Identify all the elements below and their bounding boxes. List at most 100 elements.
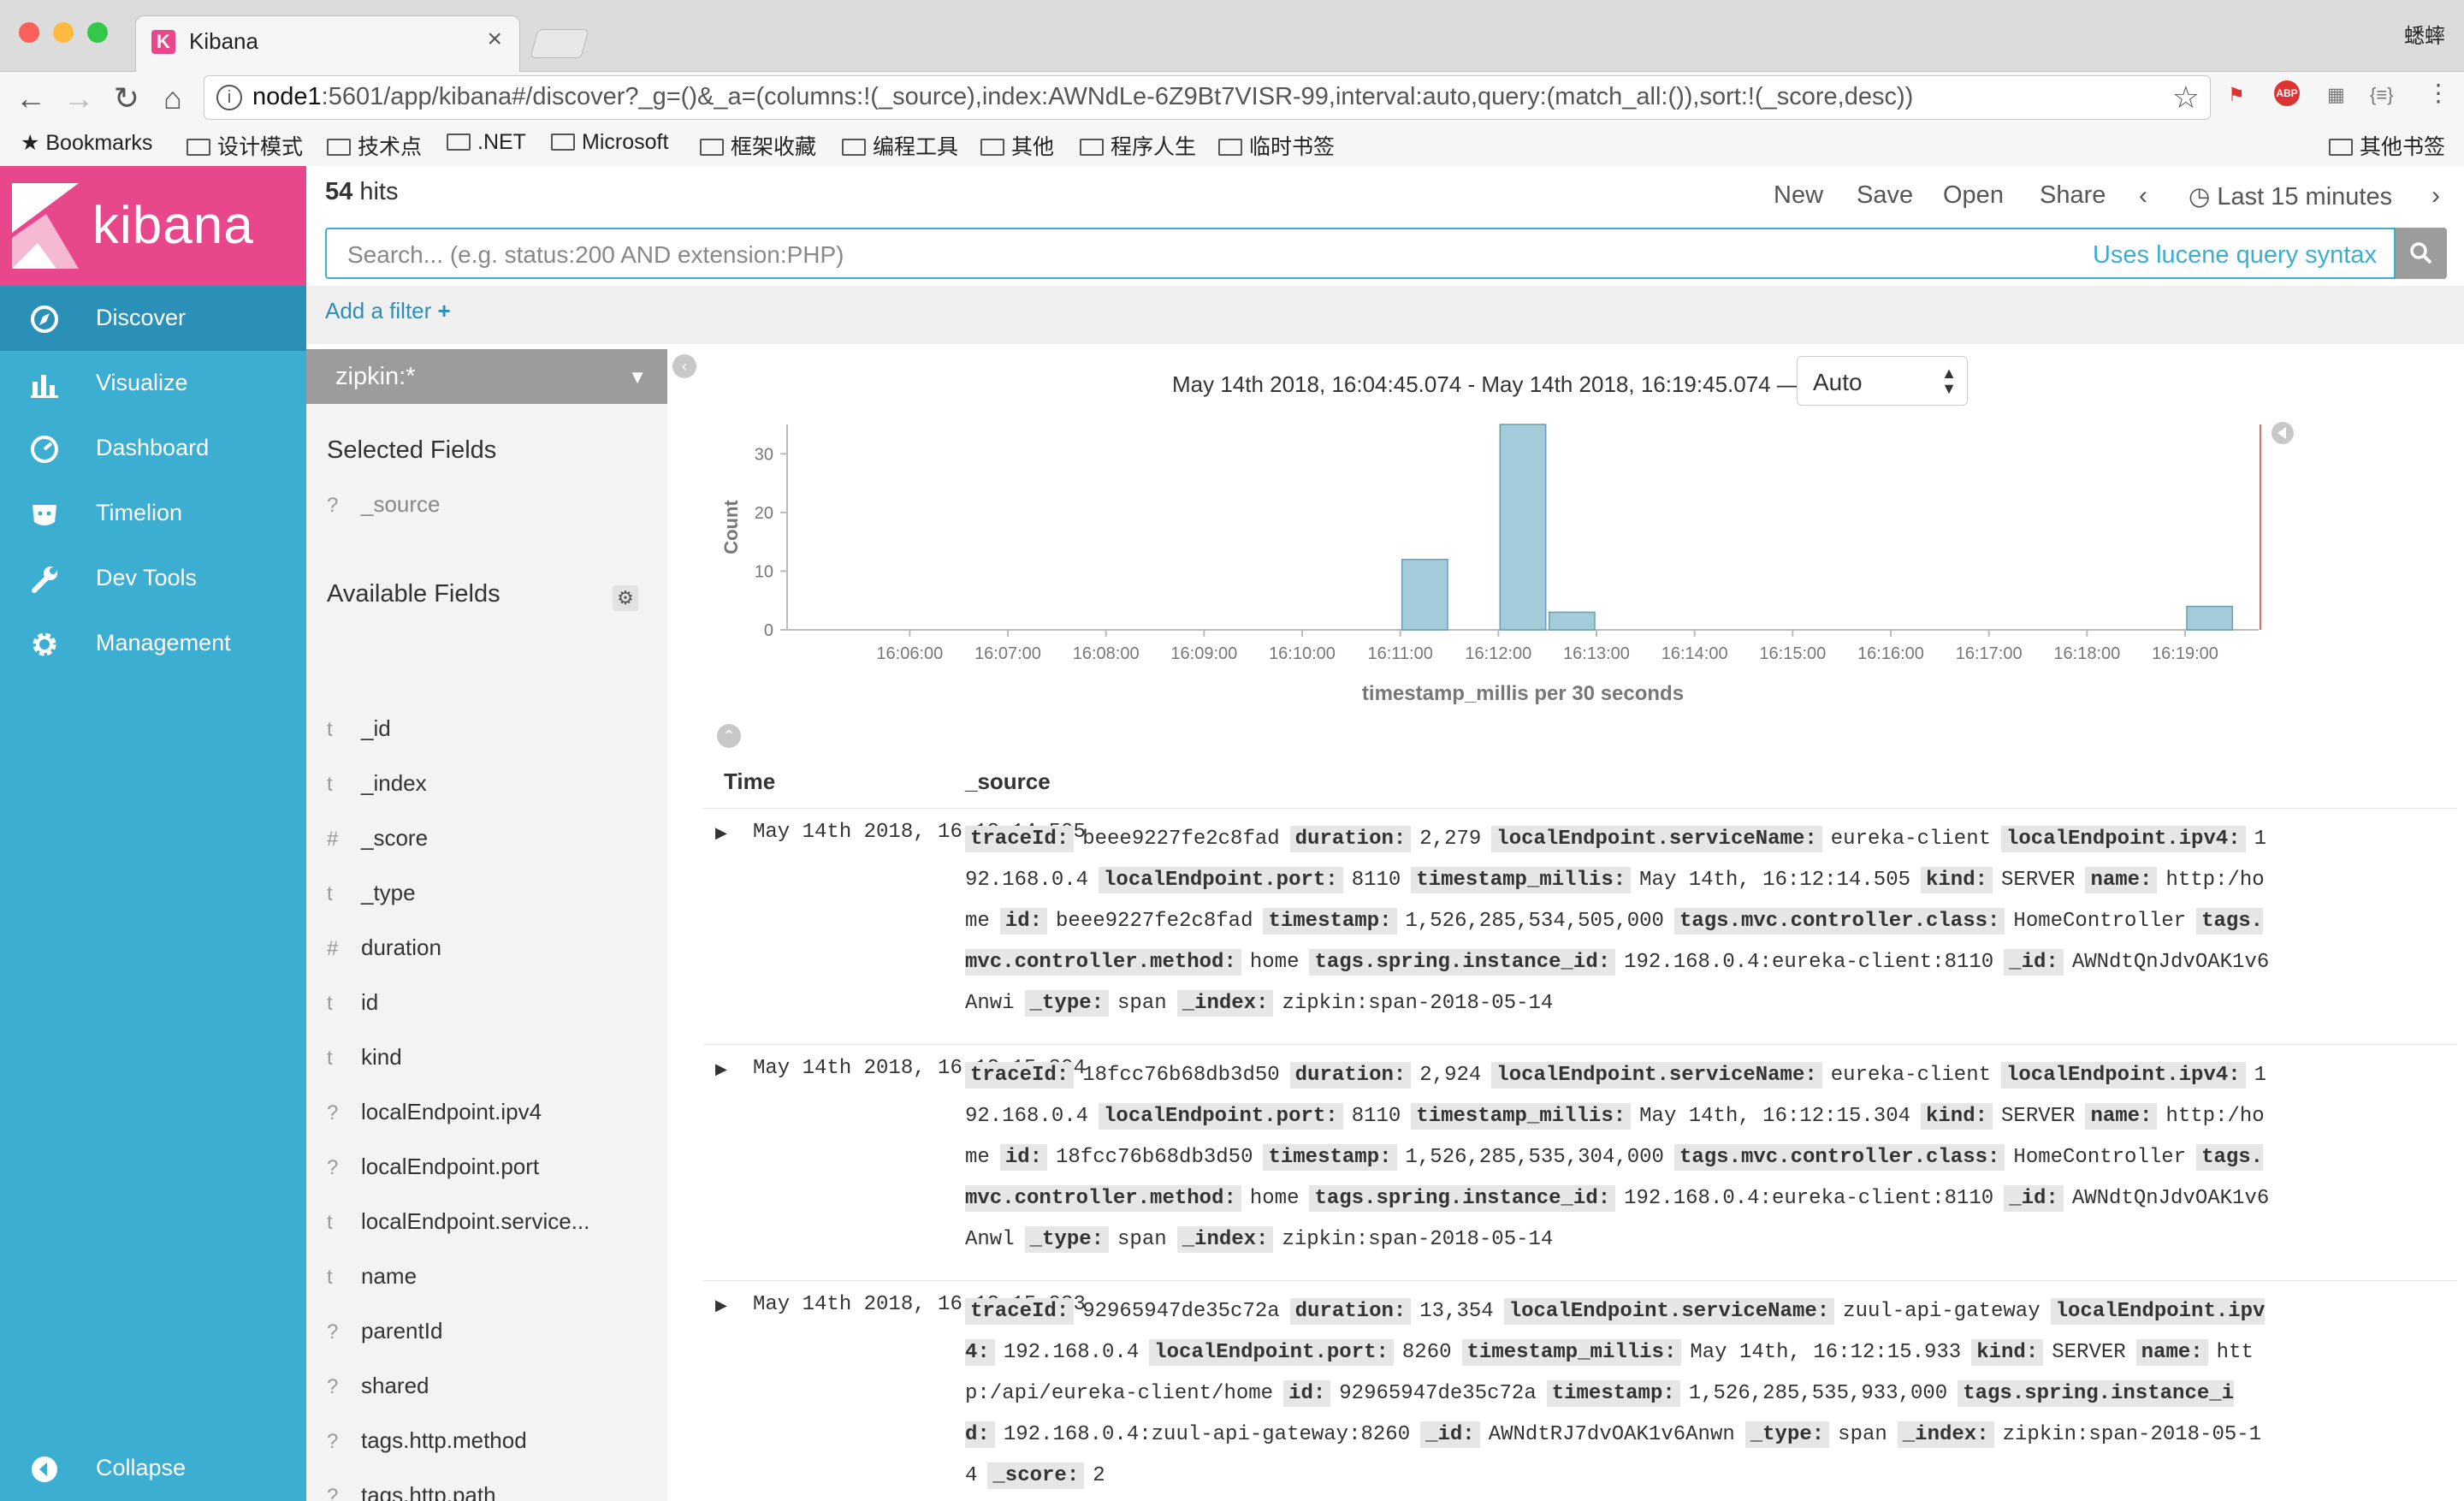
field-type-icon: t xyxy=(327,1047,333,1070)
field-item[interactable]: t id xyxy=(327,989,378,1023)
chart-collapse-chevron-icon[interactable] xyxy=(2272,422,2294,444)
bar-chart-icon xyxy=(29,370,60,399)
source-field-value: 18fcc76b68db3d50 xyxy=(1056,1146,1253,1169)
nav-discover[interactable]: Discover xyxy=(0,286,306,351)
collapse-chart-chevron-icon[interactable]: ⌃ xyxy=(717,724,741,748)
new-button[interactable]: New xyxy=(1774,181,1823,210)
adblock-extension-icon[interactable]: ABP xyxy=(2274,80,2300,106)
share-button[interactable]: Share xyxy=(2040,181,2106,210)
qr-extension-icon[interactable]: ▦ xyxy=(2327,84,2345,106)
address-bar[interactable]: i node1:5601/app/kibana#/discover?_g=()&… xyxy=(204,75,2211,120)
kibana-logo[interactable]: kibana xyxy=(0,166,306,286)
source-field-key: localEndpoint.serviceName: xyxy=(1503,1298,1835,1325)
bookmark-label: 编程工具 xyxy=(873,135,959,159)
time-column-header[interactable]: Time xyxy=(724,768,775,795)
search-input[interactable]: Search... (e.g. status:200 AND extension… xyxy=(325,228,2396,279)
bookmark-folder[interactable]: 框架收藏 xyxy=(700,130,816,161)
x-tick-label: 16:06:00 xyxy=(876,644,943,663)
source-field-value: 2 xyxy=(1093,1464,1105,1487)
reload-icon[interactable]: ↻ xyxy=(108,80,145,116)
index-pattern-selector[interactable]: zipkin:* ▼ xyxy=(306,349,667,404)
collapse-sidebar-button[interactable]: Collapse xyxy=(0,1436,306,1501)
time-picker[interactable]: ◷ Last 15 minutes xyxy=(2189,181,2392,211)
nav-visualize[interactable]: Visualize xyxy=(0,351,306,416)
bookmark-folder[interactable]: 编程工具 xyxy=(842,130,958,161)
zoom-window-button[interactable] xyxy=(87,22,108,43)
field-item[interactable]: ? tags.http.method xyxy=(327,1427,527,1462)
close-window-button[interactable] xyxy=(19,22,39,43)
profile-name[interactable]: 蟋蟀 xyxy=(2404,19,2445,49)
search-button[interactable] xyxy=(2396,228,2447,279)
row-source: traceId: 18fcc76b68db3d50 duration: 2,924 lo… xyxy=(965,1055,2274,1261)
nav-management[interactable]: Management xyxy=(0,611,306,676)
field-item[interactable]: ? localEndpoint.ipv4 xyxy=(327,1099,542,1133)
flag-extension-icon[interactable]: ⚑ xyxy=(2228,84,2245,106)
other-bookmarks-folder[interactable]: 其他书签 xyxy=(2329,130,2445,161)
field-item[interactable]: ? localEndpoint.port xyxy=(327,1154,539,1188)
field-type-icon: ? xyxy=(327,1485,339,1501)
expand-row-caret-icon[interactable]: ▶ xyxy=(715,1060,727,1078)
bookmark-folder[interactable]: 其他 xyxy=(980,130,1054,161)
time-back-chevron-icon[interactable]: ‹ xyxy=(2139,181,2147,211)
bookmark-folder[interactable]: .NET xyxy=(447,130,526,155)
index-pattern-name: zipkin:* xyxy=(335,363,416,390)
field-item[interactable]: ? _source xyxy=(327,491,441,525)
field-type-icon: ? xyxy=(327,1156,339,1179)
field-type-icon: ? xyxy=(327,1101,339,1124)
field-item[interactable]: # duration xyxy=(327,934,441,969)
source-field-key: _type: xyxy=(1024,1226,1110,1253)
interval-select[interactable]: Auto ▲ ▼ xyxy=(1797,356,1968,406)
source-field-key: kind: xyxy=(1971,1339,2044,1366)
field-item[interactable]: ? parentId xyxy=(327,1318,442,1352)
tab-close-icon[interactable]: × xyxy=(487,25,502,54)
add-filter-button[interactable]: Add a filter + xyxy=(325,298,451,324)
bookmark-folder[interactable]: 技术点 xyxy=(327,130,422,161)
source-field-value: beee9227fe2c8fad xyxy=(1056,910,1253,933)
bookmark-folder[interactable]: 设计模式 xyxy=(187,130,303,161)
field-item[interactable]: ? tags.http.path xyxy=(327,1482,496,1501)
histogram-time-range: May 14th 2018, 16:04:45.074 - May 14th 2… xyxy=(1172,371,1799,397)
nav-label: Discover xyxy=(96,305,187,330)
json-extension-icon[interactable]: {≡} xyxy=(2370,84,2394,106)
time-picker-label: Last 15 minutes xyxy=(2217,183,2393,211)
nav-timelion[interactable]: Timelion xyxy=(0,481,306,546)
nav-dev-tools[interactable]: Dev Tools xyxy=(0,546,306,611)
y-tick-label: 20 xyxy=(755,504,773,523)
source-field-value: 18fcc76b68db3d50 xyxy=(1082,1064,1280,1087)
time-forward-chevron-icon[interactable]: › xyxy=(2431,181,2440,211)
source-field-value: eureka-client xyxy=(1830,828,1991,851)
forward-arrow-icon[interactable]: → xyxy=(60,80,98,116)
info-icon[interactable]: i xyxy=(216,85,242,110)
new-tab-button[interactable] xyxy=(530,29,589,58)
field-item[interactable]: ? shared xyxy=(327,1373,429,1407)
nav-dashboard[interactable]: Dashboard xyxy=(0,416,306,481)
dashboard-icon xyxy=(29,435,60,464)
field-item[interactable]: t kind xyxy=(327,1044,402,1078)
field-item[interactable]: t _id xyxy=(327,715,391,750)
bookmark-folder[interactable]: 程序人生 xyxy=(1080,130,1196,161)
browser-tab[interactable]: K Kibana × xyxy=(135,15,520,74)
back-arrow-icon[interactable]: ← xyxy=(12,80,50,116)
bookmark-folder[interactable]: Microsoft xyxy=(551,130,668,155)
field-settings-gear-icon[interactable]: ⚙ xyxy=(613,585,638,611)
minimize-window-button[interactable] xyxy=(53,22,74,43)
field-item[interactable]: t _index xyxy=(327,770,427,804)
expand-row-caret-icon[interactable]: ▶ xyxy=(715,824,727,842)
url-text[interactable]: node1:5601/app/kibana#/discover?_g=()&_a… xyxy=(252,83,1913,111)
expand-row-caret-icon[interactable]: ▶ xyxy=(715,1296,727,1314)
save-button[interactable]: Save xyxy=(1857,181,1913,210)
source-field-value: 1,526,285,534,505,000 xyxy=(1405,910,1664,933)
open-button[interactable]: Open xyxy=(1943,181,2004,210)
source-field-key: kind: xyxy=(1921,1103,1993,1130)
collapse-fields-chevron-icon[interactable]: ‹ xyxy=(672,354,696,378)
bookmark-folder[interactable]: 临时书签 xyxy=(1218,130,1335,161)
bookmarks-button[interactable]: ★ Bookmarks xyxy=(21,130,152,156)
home-icon[interactable]: ⌂ xyxy=(154,80,192,116)
bookmark-star-icon[interactable]: ☆ xyxy=(2172,80,2200,116)
field-item[interactable]: t name xyxy=(327,1263,417,1297)
field-item[interactable]: t _type xyxy=(327,880,416,914)
field-item[interactable]: t localEndpoint.service... xyxy=(327,1208,589,1243)
lucene-syntax-link[interactable]: Uses lucene query syntax xyxy=(2093,241,2377,270)
menu-icon[interactable]: ⋮ xyxy=(2426,79,2450,107)
field-item[interactable]: # _score xyxy=(327,825,428,859)
